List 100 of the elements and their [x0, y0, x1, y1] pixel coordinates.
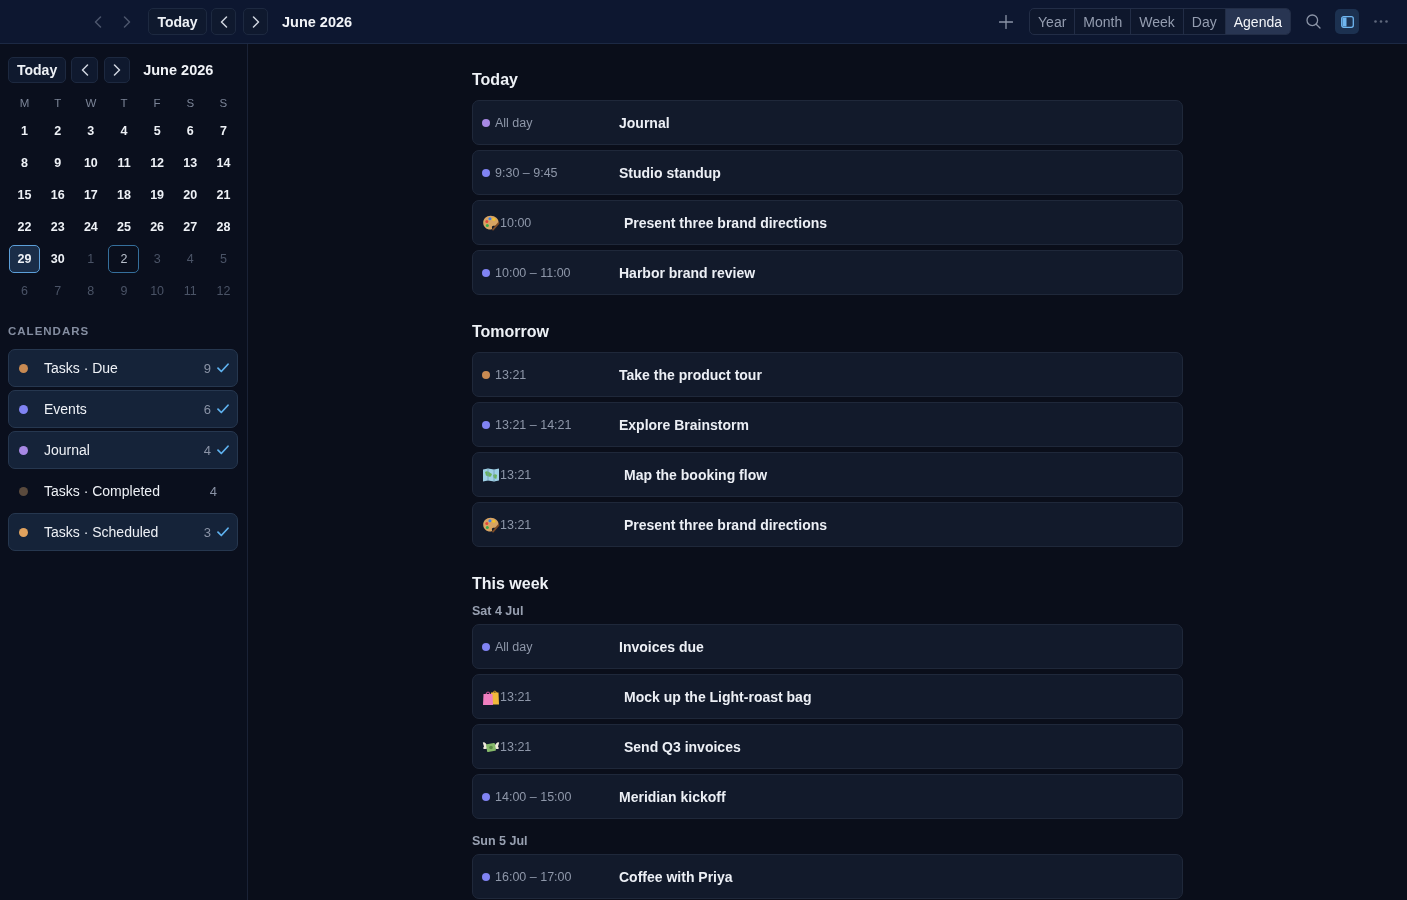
- event-time: 13:21: [500, 467, 533, 482]
- view-tab[interactable]: Year: [1030, 9, 1075, 34]
- calendar-day[interactable]: 14: [207, 149, 239, 177]
- calendar-day[interactable]: 25: [108, 213, 140, 241]
- more-icon: [1374, 20, 1388, 23]
- calendar-day[interactable]: 2: [42, 117, 74, 145]
- sidebar-toggle[interactable]: [1335, 9, 1359, 34]
- event-time: 13:21: [500, 517, 533, 532]
- previous-button[interactable]: [211, 8, 236, 35]
- weekday-label: W: [85, 97, 97, 109]
- event-title: Journal: [619, 114, 670, 131]
- view-tab[interactable]: Week: [1130, 9, 1183, 34]
- calendar-item[interactable]: Tasks · Due 9: [8, 349, 238, 387]
- calendar-day[interactable]: 29: [9, 245, 41, 273]
- event-card[interactable]: 13:21 Mock up the Light-roast bag: [472, 674, 1183, 719]
- weekday-label: F: [153, 97, 161, 109]
- chevron-left-icon: [80, 64, 89, 76]
- check-icon: [217, 363, 229, 373]
- event-title: Send Q3 invoices: [624, 738, 741, 755]
- event-card[interactable]: 13:21 Present three brand directions: [472, 502, 1183, 547]
- calendar-day[interactable]: 18: [108, 181, 140, 209]
- calendar-item[interactable]: Tasks · Scheduled 3: [8, 513, 238, 551]
- event-card[interactable]: 13:21 Send Q3 invoices: [472, 724, 1183, 769]
- section-heading: This week: [472, 574, 550, 594]
- calendar-day[interactable]: 6: [174, 117, 206, 145]
- search-icon: [1305, 14, 1321, 29]
- calendar-day[interactable]: 19: [141, 181, 173, 209]
- today-button[interactable]: Today: [8, 57, 67, 83]
- event-time: All day: [495, 115, 534, 130]
- event-card[interactable]: 13:21 Map the booking flow: [472, 452, 1183, 497]
- event-card[interactable]: 14:00 – 15:00 Meridian kickoff: [472, 774, 1183, 819]
- calendar-item[interactable]: Events 6: [8, 390, 238, 428]
- event-card[interactable]: All day Invoices due: [472, 624, 1183, 669]
- chevron-right-icon: [251, 15, 260, 28]
- calendar-name: Journal: [44, 442, 91, 458]
- section-heading: Tomorrow: [472, 322, 551, 342]
- calendar-day[interactable]: 27: [174, 213, 206, 241]
- calendar-day[interactable]: 1: [9, 117, 41, 145]
- event-card[interactable]: 9:30 – 9:45 Studio standup: [472, 150, 1183, 195]
- event-card[interactable]: 10:00 Present three brand directions: [472, 200, 1183, 245]
- calendar-item[interactable]: Tasks · Completed 4: [8, 472, 238, 510]
- event-title: Invoices due: [619, 638, 704, 655]
- event-card[interactable]: 13:21 Take the product tour: [472, 352, 1183, 397]
- calendar-name: Tasks · Completed: [44, 483, 161, 499]
- check-icon: [217, 404, 229, 414]
- calendar-day[interactable]: 12: [141, 149, 173, 177]
- calendar-day[interactable]: 3: [75, 117, 107, 145]
- event-time: All day: [495, 639, 534, 654]
- event-card[interactable]: 10:00 – 11:00 Harbor brand review: [472, 250, 1183, 295]
- calendar-day[interactable]: 5: [141, 117, 173, 145]
- calendar-day[interactable]: 26: [141, 213, 173, 241]
- calendar-day[interactable]: 22: [9, 213, 41, 241]
- palette-icon: [482, 213, 500, 232]
- plus-icon: [999, 14, 1014, 29]
- calendar-day[interactable]: 11: [108, 149, 140, 177]
- day-heading: Sat 4 Jul: [472, 604, 525, 619]
- calendar-day[interactable]: 8: [9, 149, 41, 177]
- next-button[interactable]: [243, 8, 268, 35]
- calendar-day[interactable]: 4: [108, 117, 140, 145]
- calendar-day[interactable]: 24: [75, 213, 107, 241]
- sidebar-icon: [1340, 15, 1354, 28]
- event-time: 13:21 – 14:21: [495, 417, 573, 432]
- section-heading: Today: [472, 70, 519, 90]
- today-button[interactable]: Today: [148, 8, 207, 35]
- view-tab[interactable]: Day: [1182, 9, 1225, 34]
- calendar-day[interactable]: 10: [75, 149, 107, 177]
- event-time: 13:21: [495, 367, 528, 382]
- calendar-day[interactable]: 30: [42, 245, 74, 273]
- chevron-right-icon: [123, 15, 131, 28]
- next-button[interactable]: [104, 57, 131, 83]
- event-card[interactable]: 16:00 – 17:00 Coffee with Priya: [472, 854, 1183, 899]
- event-title: Coffee with Priya: [619, 868, 733, 885]
- shopping-bags-icon: [482, 687, 500, 706]
- calendar-day[interactable]: 13: [174, 149, 206, 177]
- calendar-day[interactable]: 17: [75, 181, 107, 209]
- event-card[interactable]: All day Journal: [472, 100, 1183, 145]
- calendar-day[interactable]: 9: [42, 149, 74, 177]
- view-tab[interactable]: Agenda: [1224, 9, 1290, 34]
- calendar-day[interactable]: 23: [42, 213, 74, 241]
- calendar-day[interactable]: 28: [207, 213, 239, 241]
- view-tab[interactable]: Month: [1074, 9, 1131, 34]
- event-time: 14:00 – 15:00: [495, 789, 573, 804]
- calendar-item[interactable]: Journal 4: [8, 431, 238, 469]
- section-label: CALENDARS: [8, 324, 91, 338]
- calendar-day[interactable]: 7: [207, 117, 239, 145]
- calendar-day[interactable]: 2: [108, 245, 140, 273]
- weekday-label: T: [54, 97, 62, 109]
- event-title: Present three brand directions: [624, 516, 828, 533]
- event-card[interactable]: 13:21 – 14:21 Explore Brainstorm: [472, 402, 1183, 447]
- calendar-day[interactable]: 16: [42, 181, 74, 209]
- event-time: 16:00 – 17:00: [495, 869, 573, 884]
- calendar-count: 3: [203, 524, 211, 540]
- calendar-day[interactable]: 20: [174, 181, 206, 209]
- event-time: 10:00: [500, 215, 533, 230]
- calendar-day[interactable]: 21: [207, 181, 239, 209]
- calendar-count: 4: [209, 483, 217, 499]
- event-title: Harbor brand review: [619, 264, 756, 281]
- previous-button[interactable]: [71, 57, 99, 83]
- calendar-day[interactable]: 15: [9, 181, 41, 209]
- event-title: Take the product tour: [619, 366, 762, 383]
